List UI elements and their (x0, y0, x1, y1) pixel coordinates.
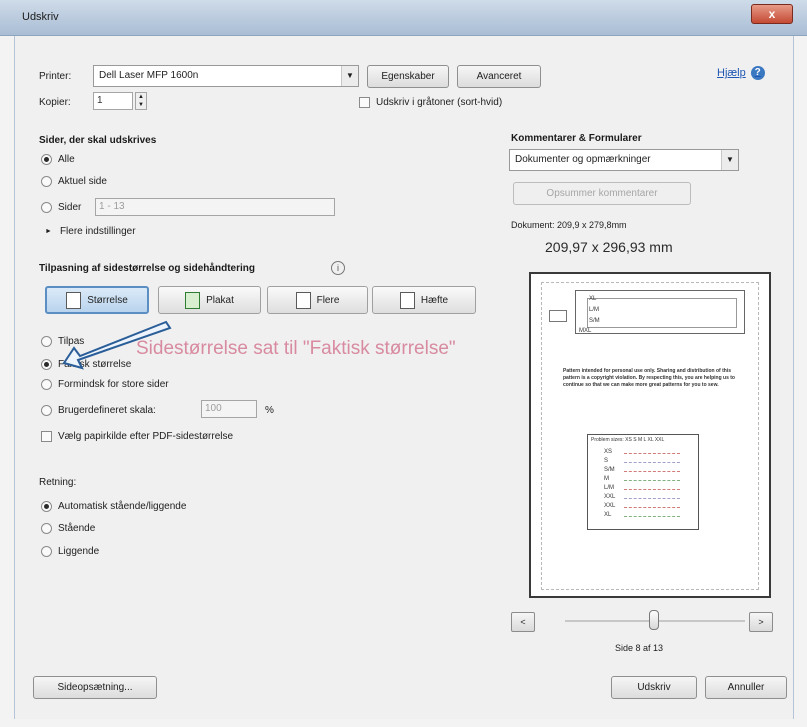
annotation-text: Sidestørrelse sat til "Faktisk størrelse… (136, 338, 456, 359)
annotation-arrow (62, 320, 172, 370)
